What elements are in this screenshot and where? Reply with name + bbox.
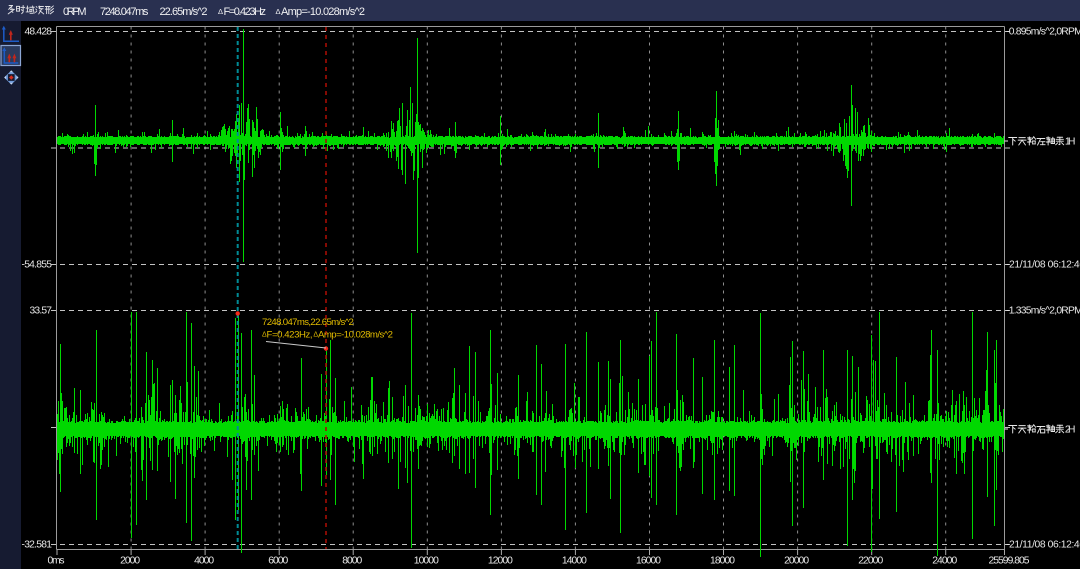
svg-text:0RPM: 0RPM [63, 6, 87, 18]
svg-text:18000: 18000 [710, 556, 735, 567]
svg-text:25599.805: 25599.805 [989, 556, 1030, 567]
svg-text:33.57: 33.57 [30, 306, 53, 317]
svg-text:F=0.423Hz,: F=0.423Hz, [267, 330, 313, 341]
svg-text:Δ: Δ [262, 332, 267, 339]
svg-text:10000: 10000 [414, 556, 439, 567]
svg-text:14000: 14000 [562, 556, 587, 567]
svg-text:F=0.423Hz: F=0.423Hz [224, 6, 267, 18]
svg-text:2000: 2000 [120, 556, 140, 567]
svg-text:20000: 20000 [784, 556, 809, 567]
svg-text:-32.581: -32.581 [22, 540, 53, 551]
svg-text:7248.047ms,22.65m/s^2: 7248.047ms,22.65m/s^2 [262, 317, 354, 328]
svg-text:22.65m/s^2: 22.65m/s^2 [160, 6, 208, 18]
svg-text:2H: 2H [1065, 424, 1076, 435]
svg-text:12000: 12000 [488, 556, 513, 567]
svg-text:Δ: Δ [276, 7, 281, 16]
svg-text:16000: 16000 [636, 556, 661, 567]
svg-text:22000: 22000 [858, 556, 883, 567]
svg-text:-21/11/08 06:12:46: -21/11/08 06:12:46 [1006, 540, 1080, 551]
svg-text:24000: 24000 [932, 556, 957, 567]
svg-text:Δ: Δ [218, 7, 223, 16]
svg-text:Δ: Δ [313, 332, 318, 339]
svg-text:-21/11/08 06:12:46: -21/11/08 06:12:46 [1006, 260, 1080, 271]
svg-text:-1.335m/s^2,0RPM: -1.335m/s^2,0RPM [1006, 306, 1080, 317]
svg-text:Amp=-10.028m/s^2: Amp=-10.028m/s^2 [281, 6, 365, 18]
svg-text:8000: 8000 [342, 556, 362, 567]
svg-text:6000: 6000 [268, 556, 288, 567]
svg-text:1H: 1H [1065, 136, 1076, 147]
svg-text:48.428: 48.428 [25, 27, 53, 38]
svg-text:7248.047ms: 7248.047ms [100, 6, 149, 18]
svg-text:-0.895m/s^2,0RPM: -0.895m/s^2,0RPM [1006, 27, 1080, 38]
svg-text:0ms: 0ms [48, 556, 65, 567]
svg-text:-54.855: -54.855 [22, 260, 53, 271]
svg-text:4000: 4000 [194, 556, 214, 567]
svg-text:Amp=-10.028m/s^2: Amp=-10.028m/s^2 [318, 330, 393, 341]
